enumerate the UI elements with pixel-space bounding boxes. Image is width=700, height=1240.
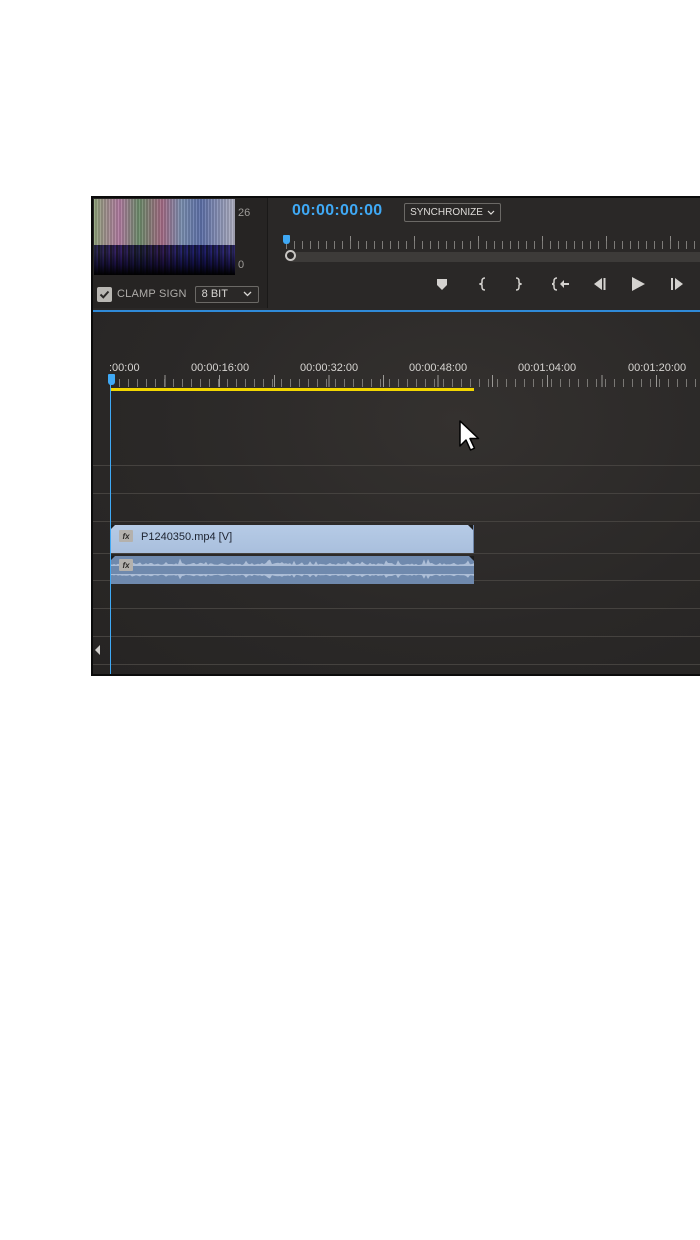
scope-max-label: 26 xyxy=(238,207,251,219)
mark-in-button[interactable] xyxy=(475,273,491,295)
video-clip[interactable]: fx P1240350.mp4 [V] xyxy=(110,525,474,553)
track-divider xyxy=(93,608,700,609)
playhead[interactable] xyxy=(108,374,115,385)
play-icon xyxy=(632,277,645,291)
track-expand-arrow-icon[interactable] xyxy=(95,645,100,655)
step-back-icon xyxy=(594,278,606,290)
mark-in-icon xyxy=(479,277,486,291)
ruler-label: 00:01:20:00 xyxy=(628,362,687,374)
premiere-panel: 26 0 CLAMP SIGN 8 BIT 00:00:00:00 SYNCHR… xyxy=(91,196,700,676)
track-divider xyxy=(93,521,700,522)
track-divider xyxy=(93,664,700,665)
source-monitor-controls: 00:00:00:00 SYNCHRONIZE xyxy=(270,198,700,308)
step-back-button[interactable] xyxy=(590,273,608,295)
marker-icon xyxy=(437,278,447,290)
add-marker-button[interactable] xyxy=(434,273,450,295)
go-to-in-icon xyxy=(552,277,569,291)
fx-badge-icon[interactable]: fx xyxy=(119,530,133,542)
track-divider xyxy=(93,493,700,494)
bit-depth-value: 8 BIT xyxy=(201,288,228,300)
playhead-line xyxy=(110,374,111,674)
video-clip-name: P1240350.mp4 [V] xyxy=(141,531,233,543)
waveform-scope-panel: 26 0 CLAMP SIGN 8 BIT xyxy=(93,198,268,308)
chevron-down-icon xyxy=(243,291,252,297)
fx-badge-icon[interactable]: fx xyxy=(119,559,133,571)
play-button[interactable] xyxy=(628,273,648,295)
step-forward-icon xyxy=(671,278,683,290)
ruler-label: 00:00:32:00 xyxy=(300,362,359,374)
check-icon xyxy=(99,290,110,299)
clamp-signal-label: CLAMP SIGN xyxy=(117,288,187,300)
mouse-pointer-icon xyxy=(459,420,480,451)
go-to-in-button[interactable] xyxy=(550,273,572,295)
audio-waveform xyxy=(110,558,474,580)
track-divider xyxy=(93,465,700,466)
waveform-scope xyxy=(94,199,235,275)
ruler-label: 00:01:04:00 xyxy=(518,362,577,374)
track-divider xyxy=(93,636,700,637)
time-ruler[interactable] xyxy=(110,379,700,387)
current-timecode[interactable]: 00:00:00:00 xyxy=(292,202,382,220)
mini-ruler[interactable] xyxy=(286,241,700,249)
zoom-scroll-bar[interactable] xyxy=(287,252,700,262)
clamp-signal-row: CLAMP SIGN 8 BIT xyxy=(97,285,259,303)
ruler-label: 00:00:48:00 xyxy=(409,362,468,374)
clamp-signal-checkbox[interactable] xyxy=(97,286,112,302)
audio-clip[interactable]: fx xyxy=(110,556,474,584)
mark-out-button[interactable] xyxy=(510,273,526,295)
chevron-down-icon xyxy=(487,210,495,215)
ruler-label: 00:00:16:00 xyxy=(191,362,250,374)
zoom-scroll-handle[interactable] xyxy=(285,250,296,261)
ruler-label: :00:00 xyxy=(109,362,140,374)
clip-end-marker xyxy=(468,525,473,530)
synchronize-dropdown[interactable]: SYNCHRONIZE xyxy=(404,203,501,222)
step-forward-button[interactable] xyxy=(668,273,688,295)
track-divider xyxy=(93,553,700,554)
mini-playhead[interactable] xyxy=(283,235,290,244)
scope-min-label: 0 xyxy=(238,259,245,271)
mark-out-icon xyxy=(515,277,522,291)
work-area-bar[interactable] xyxy=(110,388,474,391)
synchronize-label: SYNCHRONIZE xyxy=(410,207,483,218)
timeline-panel: :00:00 00:00:16:00 00:00:32:00 00:00:48:… xyxy=(93,312,700,674)
bit-depth-dropdown[interactable]: 8 BIT xyxy=(194,285,259,303)
